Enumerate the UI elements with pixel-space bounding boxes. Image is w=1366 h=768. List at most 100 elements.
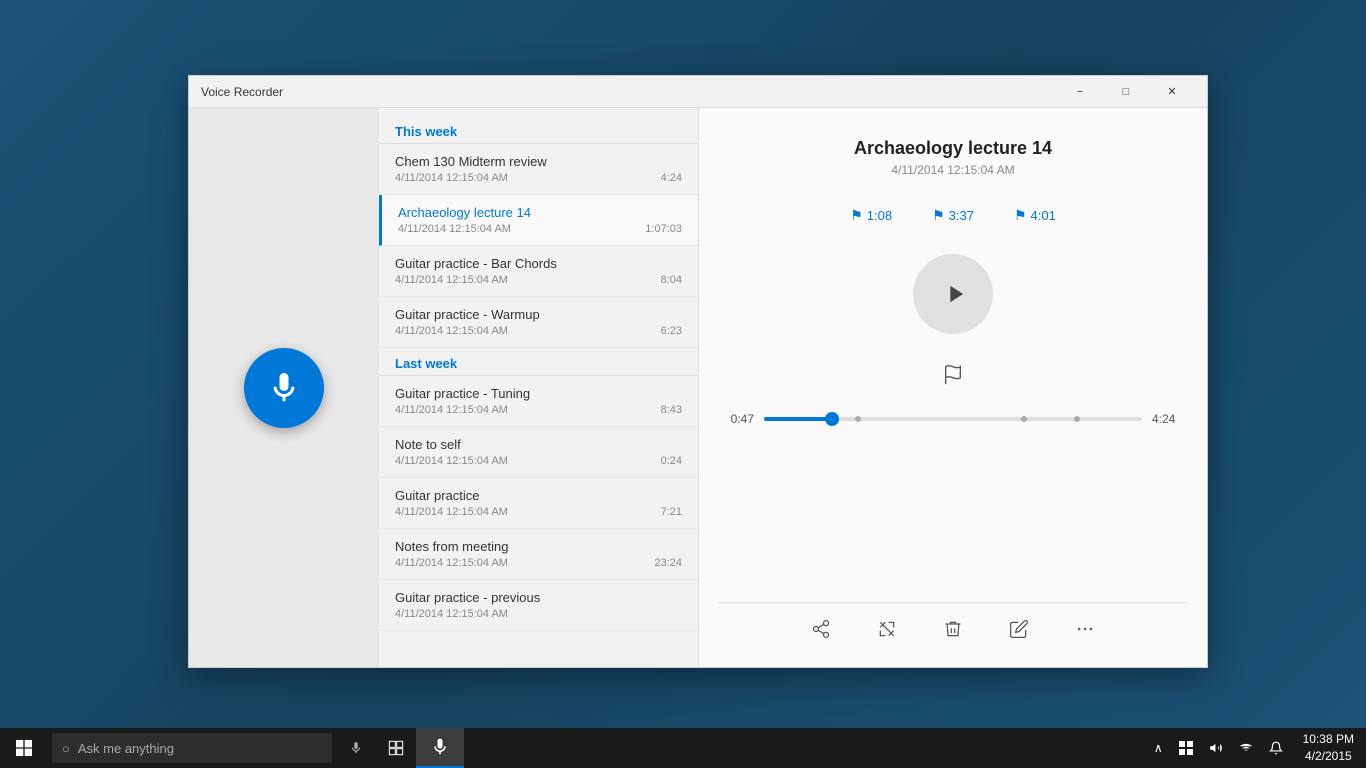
marker-time-1: 1:08 bbox=[867, 208, 892, 223]
app-body: This week Chem 130 Midterm review 4/11/2… bbox=[189, 108, 1207, 667]
recording-duration: 23:24 bbox=[654, 557, 682, 569]
network-icon bbox=[1239, 741, 1253, 755]
recording-date: 4/11/2014 12:15:04 AM bbox=[395, 172, 508, 184]
recording-duration: 7:21 bbox=[661, 506, 682, 518]
taskbar-clock[interactable]: 10:38 PM 4/2/2015 bbox=[1291, 728, 1366, 768]
recording-name: Notes from meeting bbox=[395, 539, 682, 554]
recording-duration: 4:24 bbox=[661, 172, 682, 184]
recording-item-note-to-self[interactable]: Note to self 4/11/2014 12:15:04 AM 0:24 bbox=[379, 427, 698, 478]
microphone-icon bbox=[266, 370, 302, 406]
add-marker-area bbox=[942, 364, 964, 392]
record-button[interactable] bbox=[244, 348, 324, 428]
recording-date: 4/11/2014 12:15:04 AM bbox=[395, 455, 508, 467]
recording-name: Guitar practice - Warmup bbox=[395, 307, 682, 322]
recording-meta: 4/11/2014 12:15:04 AM bbox=[395, 608, 682, 620]
marker-time-2: 3:37 bbox=[949, 208, 974, 223]
share-button[interactable] bbox=[803, 611, 839, 647]
recording-date: 4/11/2014 12:15:04 AM bbox=[395, 274, 508, 286]
total-time: 4:24 bbox=[1152, 412, 1187, 426]
recording-item-chem130[interactable]: Chem 130 Midterm review 4/11/2014 12:15:… bbox=[379, 144, 698, 195]
recording-date: 4/11/2014 12:15:04 AM bbox=[395, 325, 508, 337]
taskbar-mic-button[interactable] bbox=[336, 728, 376, 768]
delete-icon bbox=[943, 619, 963, 639]
taskbar-mic-app-icon bbox=[430, 737, 450, 757]
task-view-button[interactable] bbox=[376, 728, 416, 768]
recording-name: Archaeology lecture 14 bbox=[398, 205, 682, 220]
search-bar[interactable]: ○ Ask me anything bbox=[52, 733, 332, 763]
taskbar-action-center[interactable] bbox=[1261, 728, 1291, 768]
taskbar: ○ Ask me anything ∧ bbox=[0, 728, 1366, 768]
player-toolbar bbox=[719, 602, 1187, 647]
action-center-icon bbox=[1269, 741, 1283, 755]
recording-item-guitar-practice[interactable]: Guitar practice 4/11/2014 12:15:04 AM 7:… bbox=[379, 478, 698, 529]
marker-1[interactable]: ⚑ 1:08 bbox=[850, 207, 892, 224]
progress-filled bbox=[764, 417, 832, 421]
recording-meta: 4/11/2014 12:15:04 AM 1:07:03 bbox=[398, 223, 682, 235]
recording-item-guitar-warmup[interactable]: Guitar practice - Warmup 4/11/2014 12:15… bbox=[379, 297, 698, 348]
app-window: Voice Recorder − □ ✕ This week Ch bbox=[188, 75, 1208, 668]
progress-thumb[interactable] bbox=[825, 412, 839, 426]
recording-item-notes-meeting[interactable]: Notes from meeting 4/11/2014 12:15:04 AM… bbox=[379, 529, 698, 580]
taskbar-chevron[interactable]: ∧ bbox=[1146, 728, 1171, 768]
section-last-week: Last week bbox=[379, 348, 698, 376]
marker-dot-3 bbox=[1074, 416, 1080, 422]
recording-name: Chem 130 Midterm review bbox=[395, 154, 682, 169]
recording-item-archaeology[interactable]: Archaeology lecture 14 4/11/2014 12:15:0… bbox=[379, 195, 698, 246]
recording-date: 4/11/2014 12:15:04 AM bbox=[395, 506, 508, 518]
recording-item-guitar-bar[interactable]: Guitar practice - Bar Chords 4/11/2014 1… bbox=[379, 246, 698, 297]
trim-button[interactable] bbox=[869, 611, 905, 647]
progress-bar[interactable] bbox=[764, 417, 1142, 421]
taskbar-volume[interactable] bbox=[1201, 728, 1231, 768]
recording-meta: 4/11/2014 12:15:04 AM 4:24 bbox=[395, 172, 682, 184]
clock-date: 4/2/2015 bbox=[1305, 748, 1352, 765]
marker-dot-2 bbox=[1021, 416, 1027, 422]
delete-button[interactable] bbox=[935, 611, 971, 647]
more-button[interactable] bbox=[1067, 611, 1103, 647]
title-bar: Voice Recorder − □ ✕ bbox=[189, 76, 1207, 108]
recording-meta: 4/11/2014 12:15:04 AM 8:43 bbox=[395, 404, 682, 416]
recording-meta: 4/11/2014 12:15:04 AM 0:24 bbox=[395, 455, 682, 467]
marker-2[interactable]: ⚑ 3:37 bbox=[932, 207, 974, 224]
more-icon bbox=[1075, 619, 1095, 639]
rename-icon bbox=[1009, 619, 1029, 639]
taskbar-network[interactable] bbox=[1231, 728, 1261, 768]
flag-icon-3: ⚑ bbox=[1014, 207, 1027, 224]
recording-meta: 4/11/2014 12:15:04 AM 7:21 bbox=[395, 506, 682, 518]
recording-duration: 0:24 bbox=[661, 455, 682, 467]
recording-item-guitar-tuning[interactable]: Guitar practice - Tuning 4/11/2014 12:15… bbox=[379, 376, 698, 427]
flag-icon-2: ⚑ bbox=[932, 207, 945, 224]
player-title: Archaeology lecture 14 bbox=[854, 138, 1052, 159]
rename-button[interactable] bbox=[1001, 611, 1037, 647]
volume-icon bbox=[1209, 741, 1223, 755]
progress-container: 0:47 4:24 bbox=[719, 412, 1187, 426]
recording-item-guitar-previous[interactable]: Guitar practice - previous 4/11/2014 12:… bbox=[379, 580, 698, 631]
recording-date: 4/11/2014 12:15:04 AM bbox=[398, 223, 511, 235]
add-marker-button[interactable] bbox=[942, 364, 964, 392]
flag-icon-1: ⚑ bbox=[850, 207, 863, 224]
current-time: 0:47 bbox=[719, 412, 754, 426]
trim-icon bbox=[877, 619, 897, 639]
sidebar-left bbox=[189, 108, 379, 667]
minimize-button[interactable]: − bbox=[1057, 76, 1103, 108]
taskbar-right: ∧ bbox=[1146, 728, 1366, 768]
maximize-button[interactable]: □ bbox=[1103, 76, 1149, 108]
marker-3[interactable]: ⚑ 4:01 bbox=[1014, 207, 1056, 224]
play-icon bbox=[941, 280, 969, 308]
app-title: Voice Recorder bbox=[201, 85, 1057, 99]
start-button[interactable] bbox=[0, 728, 48, 768]
recording-duration: 1:07:03 bbox=[645, 223, 682, 235]
recording-duration: 8:43 bbox=[661, 404, 682, 416]
title-bar-controls: − □ ✕ bbox=[1057, 76, 1195, 108]
player-date: 4/11/2014 12:15:04 AM bbox=[891, 163, 1014, 177]
marker-time-3: 4:01 bbox=[1031, 208, 1056, 223]
player-markers: ⚑ 1:08 ⚑ 3:37 ⚑ 4:01 bbox=[850, 207, 1056, 224]
task-view-icon bbox=[388, 740, 404, 756]
play-button[interactable] bbox=[913, 254, 993, 334]
marker-dot-1 bbox=[855, 416, 861, 422]
desktop: Voice Recorder − □ ✕ This week Ch bbox=[0, 0, 1366, 768]
taskbar-windows-icon[interactable] bbox=[1171, 728, 1201, 768]
taskbar-voice-recorder[interactable] bbox=[416, 728, 464, 768]
close-button[interactable]: ✕ bbox=[1149, 76, 1195, 108]
recording-name: Note to self bbox=[395, 437, 682, 452]
recording-duration: 6:23 bbox=[661, 325, 682, 337]
